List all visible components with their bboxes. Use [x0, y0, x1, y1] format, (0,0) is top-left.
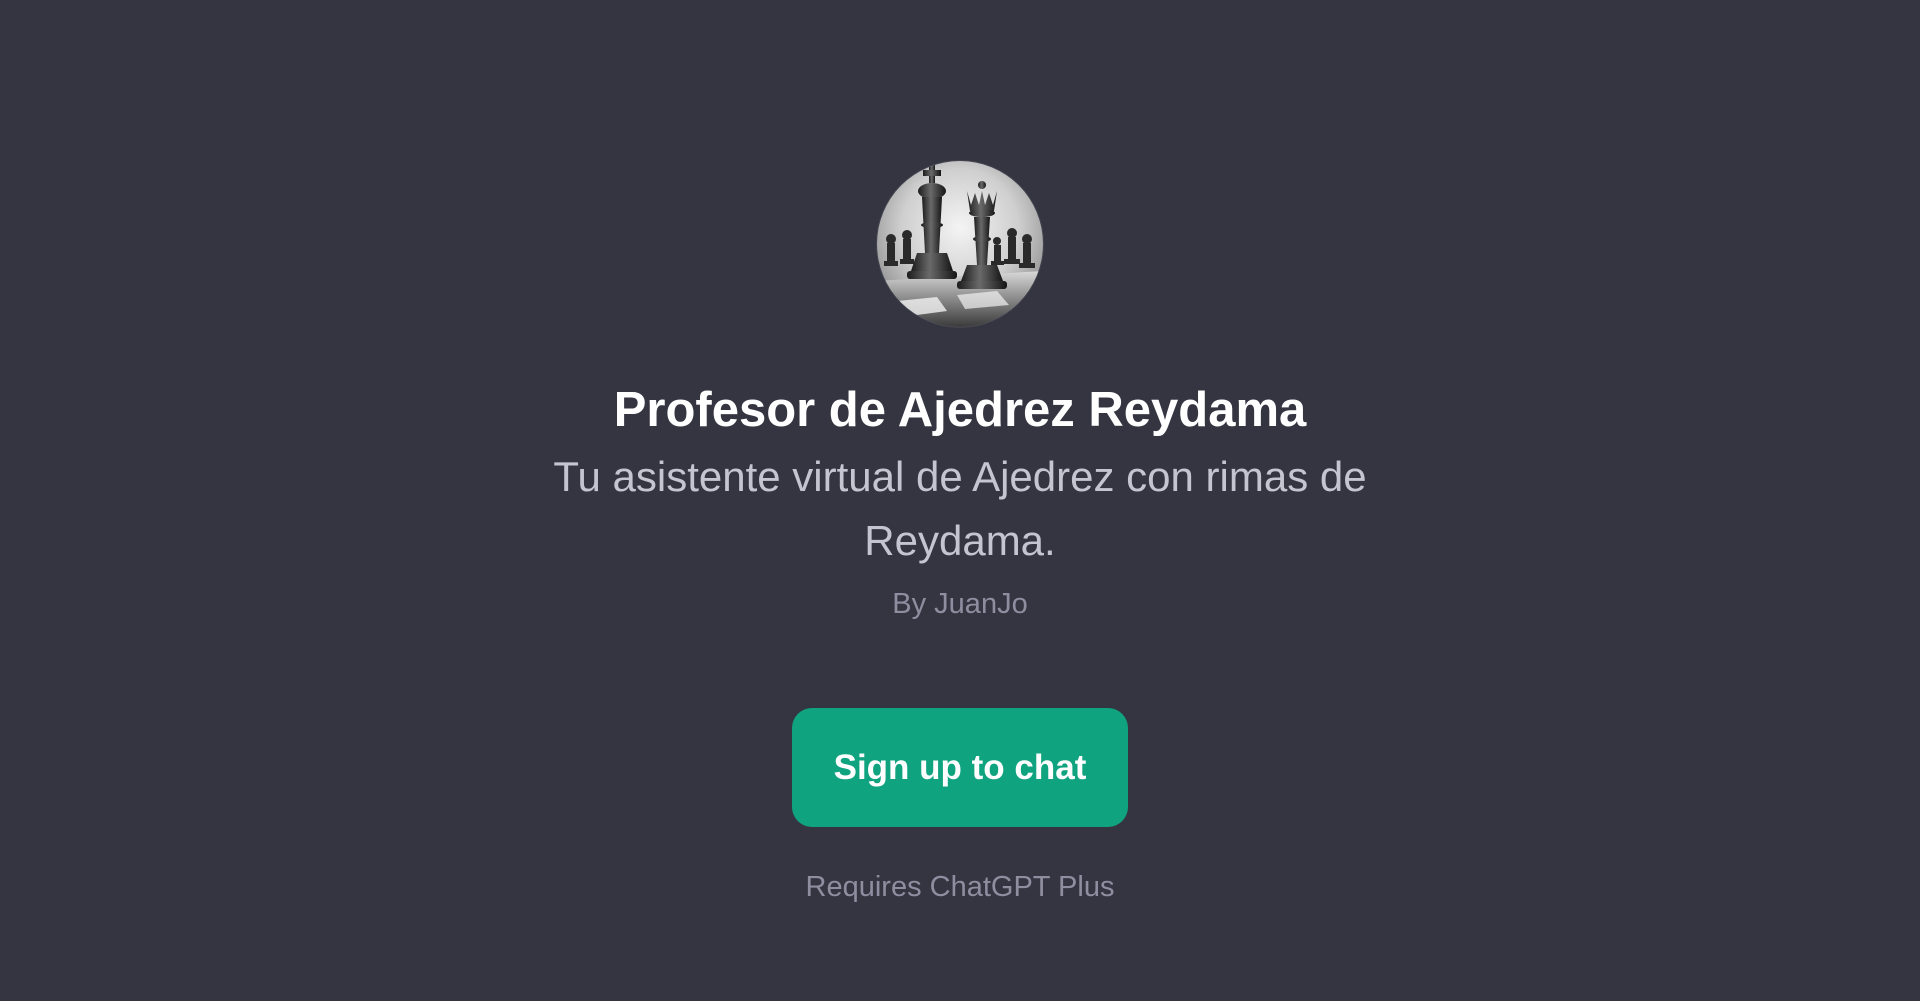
gpt-title: Profesor de Ajedrez Reydama	[613, 383, 1307, 437]
plan-requirement-note: Requires ChatGPT Plus	[805, 871, 1115, 903]
sign-up-to-chat-button[interactable]: Sign up to chat	[792, 708, 1128, 827]
avatar-chess-illustration	[877, 165, 1043, 327]
gpt-landing-page: Profesor de Ajedrez Reydama Tu asistente…	[0, 0, 1920, 1001]
gpt-author: By JuanJo	[892, 588, 1028, 620]
chess-pieces-icon	[877, 161, 1043, 327]
gpt-description: Tu asistente virtual de Ajedrez con rima…	[553, 453, 1367, 564]
